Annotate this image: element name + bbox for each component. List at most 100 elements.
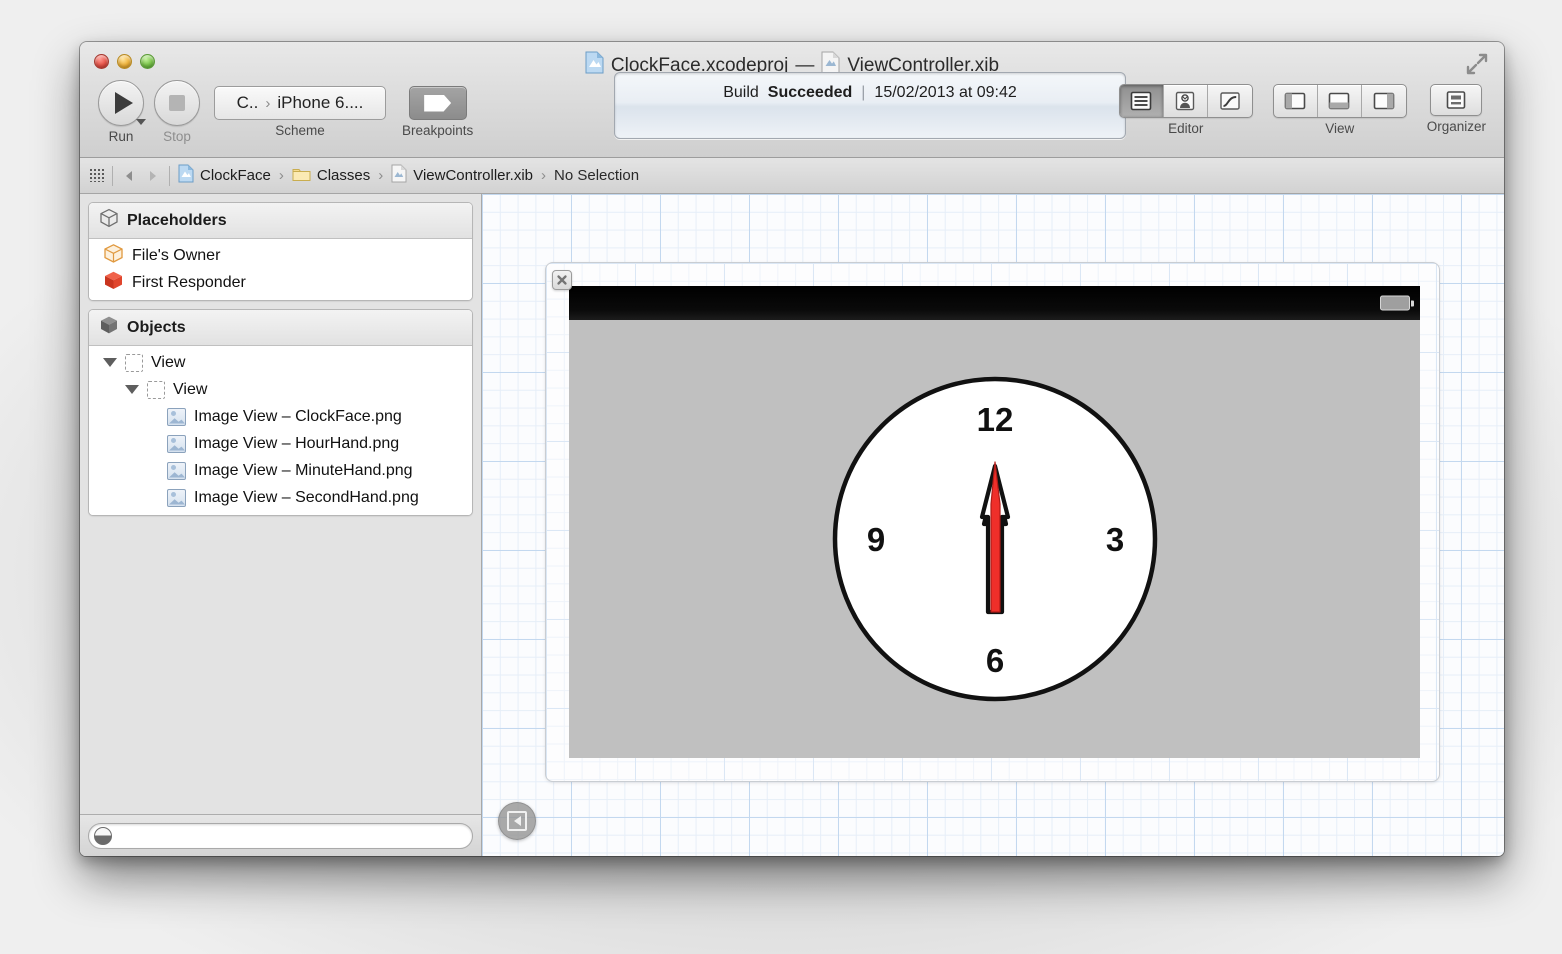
view-canvas-frame[interactable]: 12 3 6 9 — [545, 262, 1440, 782]
window-toolbar: ClockFace.xcodeproj — ViewController.xib — [80, 42, 1504, 158]
breadcrumb-item-clockface[interactable]: ClockFace — [178, 164, 271, 187]
breadcrumb-chevron-2: › — [378, 167, 384, 184]
battery-icon — [1380, 295, 1414, 311]
dock-filter-bar — [80, 814, 481, 856]
xcodeproj-icon — [178, 164, 194, 187]
breadcrumb-item-classes[interactable]: Classes — [292, 166, 370, 186]
image-view-icon — [167, 434, 186, 453]
forward-arrow-icon[interactable] — [145, 168, 161, 184]
run-menu-caret-icon[interactable] — [136, 119, 146, 125]
objects-title: Objects — [127, 318, 186, 336]
status-divider: | — [861, 84, 866, 101]
organizer-label: Organizer — [1426, 119, 1486, 134]
disclosure-triangle-icon[interactable] — [125, 385, 139, 394]
toggle-debug-area-button[interactable] — [1318, 85, 1362, 117]
close-x-icon[interactable] — [552, 270, 572, 290]
image-view-icon — [167, 461, 186, 480]
breadcrumb-label: ViewController.xib — [413, 167, 533, 184]
editor-segmented-control — [1118, 84, 1253, 118]
breakpoints-label: Breakpoints — [402, 123, 474, 138]
xib-icon — [391, 164, 407, 187]
clock-numeral-9: 9 — [866, 521, 884, 558]
files-owner-cube-icon — [103, 243, 124, 269]
ios-status-bar — [569, 286, 1420, 320]
view-label: View — [1325, 121, 1355, 136]
back-arrow-icon[interactable] — [121, 168, 137, 184]
dock-scroll-area: Placeholders File's Owner First Responde… — [80, 194, 481, 814]
clock-face-image[interactable]: 12 3 6 9 — [830, 374, 1160, 704]
assistant-editor-button[interactable] — [1164, 85, 1208, 117]
interface-builder-canvas[interactable]: 12 3 6 9 — [482, 194, 1504, 856]
placeholder-label: First Responder — [132, 273, 246, 291]
breadcrumb-divider — [112, 165, 113, 186]
tree-item-label: Image View – MinuteHand.png — [194, 461, 413, 479]
editor-group: Editor — [1118, 80, 1253, 136]
tree-item-label: View — [151, 353, 186, 371]
disclosure-triangle-icon[interactable] — [103, 358, 117, 367]
device-view[interactable]: 12 3 6 9 — [569, 286, 1420, 758]
tree-item-label: Image View – ClockFace.png — [194, 407, 402, 425]
wireframe-cube-icon — [99, 208, 119, 233]
breadcrumb-item-viewcontroller-xib[interactable]: ViewController.xib — [391, 164, 533, 187]
placeholder-row-first-responder[interactable]: First Responder — [89, 269, 472, 296]
view-dashed-square-icon — [147, 380, 165, 399]
standard-editor-button[interactable] — [1119, 85, 1164, 117]
breadcrumb-chevron-1: › — [278, 167, 284, 184]
filter-field[interactable] — [88, 822, 473, 849]
tree-row-image-view-clockface[interactable]: Image View – ClockFace.png — [89, 403, 472, 430]
placeholders-header[interactable]: Placeholders — [89, 203, 472, 239]
window-body: Placeholders File's Owner First Responde… — [80, 194, 1504, 856]
tree-row-view-child[interactable]: View — [89, 376, 472, 403]
objects-header[interactable]: Objects — [89, 310, 472, 346]
first-responder-cube-icon — [103, 270, 124, 296]
build-timestamp: 15/02/2013 at 09:42 — [874, 84, 1017, 101]
scheme-project-name: C.. — [236, 93, 259, 112]
clock-numeral-3: 3 — [1105, 521, 1123, 558]
breadcrumb-label: ClockFace — [200, 167, 271, 184]
tree-row-image-view-minutehand[interactable]: Image View – MinuteHand.png — [89, 457, 472, 484]
toggle-utilities-button[interactable] — [1362, 85, 1406, 117]
tree-row-view-root[interactable]: View — [89, 349, 472, 376]
scheme-selector[interactable]: C.. › iPhone 6.... — [214, 86, 386, 120]
filter-glyph-icon[interactable] — [94, 826, 112, 845]
toggle-navigator-button[interactable] — [1274, 85, 1318, 117]
xcodeproj-icon — [585, 51, 604, 80]
stop-button[interactable] — [154, 80, 200, 126]
version-editor-button[interactable] — [1208, 85, 1252, 117]
placeholders-title: Placeholders — [127, 211, 227, 229]
scheme-control: C.. › iPhone 6.... Scheme — [214, 80, 386, 138]
tree-item-label: Image View – SecondHand.png — [194, 488, 419, 506]
breadcrumb-chevron-3: › — [541, 167, 546, 184]
activity-status-panel[interactable]: Build Succeeded | 15/02/2013 at 09:42 — [614, 72, 1126, 139]
tree-row-image-view-secondhand[interactable]: Image View – SecondHand.png — [89, 484, 472, 511]
placeholder-row-files-owner[interactable]: File's Owner — [89, 242, 472, 269]
filter-input[interactable] — [112, 827, 472, 844]
breakpoints-control: Breakpoints — [402, 80, 473, 138]
scheme-destination: iPhone 6.... — [277, 93, 364, 112]
breakpoints-button[interactable] — [408, 86, 467, 120]
scheme-chevron-icon: › — [265, 94, 271, 112]
breadcrumb-divider-2 — [169, 165, 170, 186]
xcode-window: ClockFace.xcodeproj — ViewController.xib — [80, 42, 1504, 856]
tree-item-label: View — [173, 380, 208, 398]
solid-cube-icon — [99, 315, 119, 340]
tree-row-image-view-hourhand[interactable]: Image View – HourHand.png — [89, 430, 472, 457]
objects-panel: Objects View View Image View – ClockFace… — [88, 309, 473, 516]
placeholders-panel: Placeholders File's Owner First Responde… — [88, 202, 473, 301]
organizer-button[interactable] — [1430, 84, 1483, 116]
run-control: Run — [98, 80, 146, 144]
build-prefix: Build — [723, 84, 759, 101]
breadcrumb-item-no-selection[interactable]: No Selection — [554, 167, 639, 184]
stop-square-icon — [169, 95, 185, 111]
jump-bar-grip-icon[interactable] — [90, 169, 104, 182]
build-result: Succeeded — [767, 84, 853, 101]
collapse-panel-inner — [507, 811, 527, 831]
organizer-group: Organizer — [1427, 80, 1486, 134]
interface-builder-dock: Placeholders File's Owner First Responde… — [80, 194, 482, 856]
view-segmented-control — [1272, 84, 1407, 118]
collapse-panel-icon[interactable] — [498, 802, 536, 840]
fullscreen-expand-icon[interactable] — [1464, 52, 1490, 76]
stop-control: Stop — [154, 80, 200, 144]
image-view-icon — [167, 407, 186, 426]
breakpoint-flag-icon — [424, 94, 452, 112]
